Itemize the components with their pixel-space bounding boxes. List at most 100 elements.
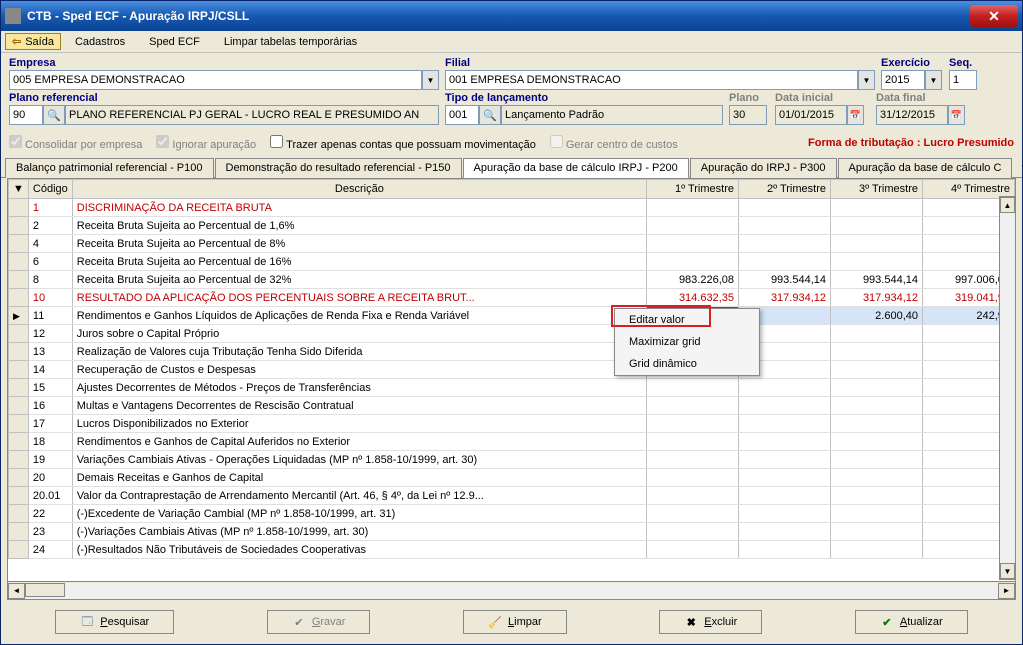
table-row[interactable]: 6Receita Bruta Sujeita ao Percentual de … bbox=[9, 253, 1015, 271]
cell-code[interactable]: 23 bbox=[28, 523, 72, 541]
table-row[interactable]: 16Multas e Vantagens Decorrentes de Resc… bbox=[9, 397, 1015, 415]
cell-code[interactable]: 17 bbox=[28, 415, 72, 433]
menu-limpar-tabelas[interactable]: Limpar tabelas temporárias bbox=[214, 34, 367, 50]
menu-cadastros[interactable]: Cadastros bbox=[65, 34, 135, 50]
tab-p300[interactable]: Apuração do IRPJ - P300 bbox=[690, 158, 837, 178]
cell-t3[interactable] bbox=[831, 253, 923, 271]
cell-t2[interactable] bbox=[739, 541, 831, 559]
row-header[interactable] bbox=[9, 325, 29, 343]
gravar-button[interactable]: ✔Gravar bbox=[267, 610, 371, 634]
col-t1[interactable]: 1º Trimestre bbox=[647, 180, 739, 199]
cell-t2[interactable] bbox=[739, 469, 831, 487]
cell-code[interactable]: 18 bbox=[28, 433, 72, 451]
row-header[interactable] bbox=[9, 217, 29, 235]
data-final-picker[interactable]: 📅 bbox=[948, 105, 965, 125]
tab-csll[interactable]: Apuração da base de cálculo C bbox=[838, 158, 1013, 178]
cell-code[interactable]: 11 bbox=[28, 307, 72, 325]
row-header[interactable] bbox=[9, 451, 29, 469]
table-row[interactable]: 17Lucros Disponibilizados no Exterior bbox=[9, 415, 1015, 433]
cell-t1[interactable] bbox=[647, 541, 739, 559]
cell-t2[interactable] bbox=[739, 487, 831, 505]
cell-t1[interactable] bbox=[647, 487, 739, 505]
col-codigo[interactable]: Código bbox=[28, 180, 72, 199]
plano-ref-lookup[interactable]: 🔍 bbox=[43, 105, 65, 125]
table-row[interactable]: 20.01Valor da Contraprestação de Arrenda… bbox=[9, 487, 1015, 505]
empresa-input[interactable] bbox=[9, 70, 422, 90]
empresa-dropdown[interactable]: ▼ bbox=[422, 70, 439, 90]
row-header[interactable] bbox=[9, 343, 29, 361]
cell-t2[interactable] bbox=[739, 253, 831, 271]
cm-maximizar-grid[interactable]: Maximizar grid bbox=[615, 331, 759, 353]
row-header[interactable] bbox=[9, 415, 29, 433]
cell-t1[interactable] bbox=[647, 415, 739, 433]
cell-code[interactable]: 2 bbox=[28, 217, 72, 235]
row-header[interactable] bbox=[9, 235, 29, 253]
cell-t1[interactable] bbox=[647, 505, 739, 523]
cell-t2[interactable] bbox=[739, 415, 831, 433]
row-header[interactable] bbox=[9, 253, 29, 271]
cell-desc[interactable]: Recuperação de Custos e Despesas bbox=[72, 361, 646, 379]
cm-grid-dinamico[interactable]: Grid dinâmico bbox=[615, 353, 759, 375]
cell-t3[interactable] bbox=[831, 415, 923, 433]
filial-dropdown[interactable]: ▼ bbox=[858, 70, 875, 90]
cell-t2[interactable] bbox=[739, 217, 831, 235]
cell-t1[interactable] bbox=[647, 433, 739, 451]
cell-t2[interactable] bbox=[739, 433, 831, 451]
cell-t1[interactable] bbox=[647, 199, 739, 217]
table-row[interactable]: 23(-)Variações Cambiais Ativas (MP nº 1.… bbox=[9, 523, 1015, 541]
menu-saida[interactable]: ⇦ Saída bbox=[5, 33, 61, 50]
row-header[interactable] bbox=[9, 379, 29, 397]
cell-code[interactable]: 20.01 bbox=[28, 487, 72, 505]
cell-desc[interactable]: Juros sobre o Capital Próprio bbox=[72, 325, 646, 343]
cell-t3[interactable]: 2.600,40 bbox=[831, 307, 923, 325]
row-header[interactable] bbox=[9, 469, 29, 487]
cell-t2[interactable]: 317.934,12 bbox=[739, 289, 831, 307]
chk-gerar[interactable]: Gerar centro de custos bbox=[550, 135, 678, 151]
cell-t2[interactable] bbox=[739, 505, 831, 523]
col-descricao[interactable]: Descrição bbox=[72, 180, 646, 199]
cell-desc[interactable]: Rendimentos e Ganhos Líquidos de Aplicaç… bbox=[72, 307, 646, 325]
cell-code[interactable]: 8 bbox=[28, 271, 72, 289]
cell-t1[interactable] bbox=[647, 379, 739, 397]
cell-t1[interactable] bbox=[647, 523, 739, 541]
cell-code[interactable]: 10 bbox=[28, 289, 72, 307]
cell-code[interactable]: 6 bbox=[28, 253, 72, 271]
cell-code[interactable]: 1 bbox=[28, 199, 72, 217]
cell-t2[interactable] bbox=[739, 235, 831, 253]
cm-editar-valor[interactable]: Editar valor bbox=[615, 309, 759, 331]
cell-t1[interactable] bbox=[647, 217, 739, 235]
cell-t3[interactable] bbox=[831, 541, 923, 559]
scroll-up-button[interactable]: ▲ bbox=[1000, 197, 1015, 213]
cell-t1[interactable]: 314.632,35 bbox=[647, 289, 739, 307]
exercicio-dropdown[interactable]: ▼ bbox=[925, 70, 942, 90]
cell-code[interactable]: 12 bbox=[28, 325, 72, 343]
exercicio-input[interactable] bbox=[881, 70, 925, 90]
cell-desc[interactable]: RESULTADO DA APLICAÇÃO DOS PERCENTUAIS S… bbox=[72, 289, 646, 307]
cell-t3[interactable] bbox=[831, 325, 923, 343]
cell-desc[interactable]: (-)Variações Cambiais Ativas (MP nº 1.85… bbox=[72, 523, 646, 541]
cell-t3[interactable] bbox=[831, 487, 923, 505]
cell-t3[interactable]: 317.934,12 bbox=[831, 289, 923, 307]
tab-scroll-left[interactable]: ◄ bbox=[1013, 157, 1023, 177]
cell-code[interactable]: 19 bbox=[28, 451, 72, 469]
table-row[interactable]: ▶11Rendimentos e Ganhos Líquidos de Apli… bbox=[9, 307, 1015, 325]
table-row[interactable]: 1DISCRIMINAÇÃO DA RECEITA BRUTA bbox=[9, 199, 1015, 217]
table-row[interactable]: 24(-)Resultados Não Tributáveis de Socie… bbox=[9, 541, 1015, 559]
chk-ignorar[interactable]: Ignorar apuração bbox=[156, 135, 256, 151]
row-header[interactable] bbox=[9, 487, 29, 505]
row-header[interactable] bbox=[9, 397, 29, 415]
cell-desc[interactable]: Rendimentos e Ganhos de Capital Auferido… bbox=[72, 433, 646, 451]
cell-t1[interactable] bbox=[647, 451, 739, 469]
row-header[interactable] bbox=[9, 505, 29, 523]
tab-p200[interactable]: Apuração da base de cálculo IRPJ - P200 bbox=[463, 158, 689, 178]
row-header[interactable] bbox=[9, 523, 29, 541]
cell-t2[interactable] bbox=[739, 451, 831, 469]
table-row[interactable]: 4Receita Bruta Sujeita ao Percentual de … bbox=[9, 235, 1015, 253]
data-inicial-picker[interactable]: 📅 bbox=[847, 105, 864, 125]
table-row[interactable]: 14Recuperação de Custos e Despesas bbox=[9, 361, 1015, 379]
filial-input[interactable] bbox=[445, 70, 858, 90]
excluir-button[interactable]: ✖Excluir bbox=[659, 610, 762, 634]
cell-desc[interactable]: Lucros Disponibilizados no Exterior bbox=[72, 415, 646, 433]
atualizar-button[interactable]: ✔Atualizar bbox=[855, 610, 968, 634]
table-row[interactable]: 20Demais Receitas e Ganhos de Capital bbox=[9, 469, 1015, 487]
